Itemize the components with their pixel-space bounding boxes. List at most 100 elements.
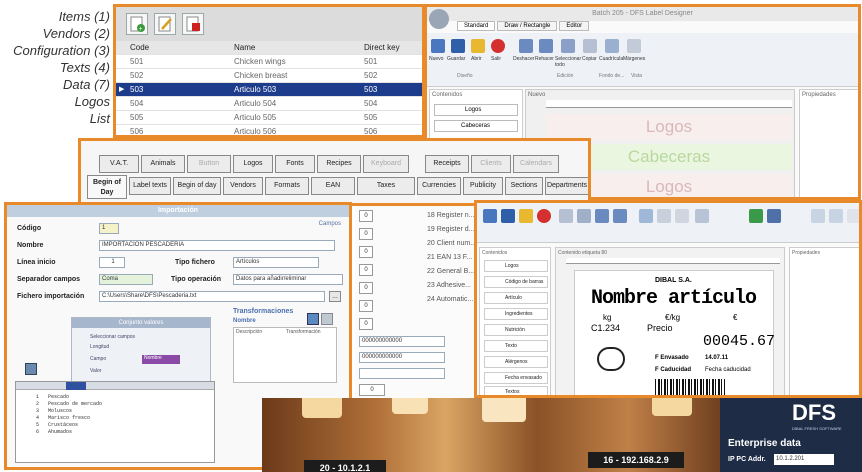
config-value[interactable]: 0 <box>359 264 373 276</box>
align-icon[interactable] <box>695 209 709 223</box>
menu-item-vendors[interactable]: Vendors (2) <box>0 25 110 42</box>
paste-icon[interactable] <box>577 209 591 223</box>
sidebar-item-nutrition[interactable]: Nutrición <box>484 324 548 336</box>
sidebar-item-ingredients[interactable]: Ingredientes <box>484 308 548 320</box>
operation-type-select[interactable]: Datos para añadir/eliminar <box>233 274 343 285</box>
sidebar-item-barcode[interactable]: Código de barras <box>484 276 548 288</box>
separator-select[interactable]: Coma <box>99 274 153 285</box>
table-row[interactable]: 505 Articulo 505 505 <box>116 111 422 125</box>
tab-standard[interactable]: Standard <box>457 21 496 31</box>
table-row-selected[interactable]: ▶ 503 Articulo 503 503 <box>116 83 422 97</box>
table-row[interactable]: 504 Articulo 504 504 <box>116 97 422 111</box>
config-value[interactable]: 0 <box>359 300 373 312</box>
tab-begin-of-day[interactable]: Begin of Day <box>87 175 127 199</box>
undo-icon[interactable] <box>519 39 533 53</box>
grid-icon[interactable] <box>605 39 619 53</box>
fill-icon[interactable] <box>749 209 763 223</box>
tab-publicity[interactable]: Publicity <box>463 177 503 195</box>
tab-animals[interactable]: Animals <box>141 155 185 173</box>
header-code[interactable]: Code <box>130 43 149 52</box>
config-empty-field[interactable] <box>359 368 445 379</box>
tab-sections[interactable]: Sections <box>505 177 543 195</box>
margins-icon[interactable] <box>627 39 641 53</box>
table-row[interactable]: 501 Chicken wings 501 <box>116 55 422 69</box>
tab-label-texts[interactable]: Label texts <box>129 177 171 195</box>
sidebar-item-texts[interactable]: Textos <box>484 386 548 395</box>
grid-icon[interactable] <box>767 209 781 223</box>
open-icon[interactable] <box>471 39 485 53</box>
header-name[interactable]: Name <box>234 43 255 52</box>
tab-vat[interactable]: V.A.T. <box>99 155 139 173</box>
redo-icon[interactable] <box>613 209 627 223</box>
tab-button[interactable]: Button <box>187 155 231 173</box>
sidebar-item-text[interactable]: Texto <box>484 340 548 352</box>
canvas-logos-block[interactable]: Logos <box>546 114 792 140</box>
config-value[interactable]: 0 <box>359 282 373 294</box>
select-all-icon[interactable] <box>561 39 575 53</box>
tab-receipts[interactable]: Receipts <box>425 155 469 173</box>
zoom-out-icon[interactable] <box>829 209 843 223</box>
config-value[interactable]: 0 <box>359 246 373 258</box>
tab-taxes[interactable]: Taxes <box>357 177 415 195</box>
dlg-row[interactable]: Seleccionar campos <box>90 334 135 340</box>
tab-keyboard[interactable]: Keyboard <box>363 155 409 173</box>
config-value[interactable]: 0 <box>359 384 385 396</box>
config-long-field[interactable]: 000000000000 <box>359 336 445 347</box>
tab-recipes[interactable]: Recipes <box>317 155 361 173</box>
name-field[interactable]: IMPORTACION PESCADERIA <box>99 240 335 251</box>
save-icon[interactable] <box>501 209 515 223</box>
tab-vendors[interactable]: Vendors <box>223 177 263 195</box>
table-row[interactable]: 502 Chicken breast 502 <box>116 69 422 83</box>
config-value[interactable]: 0 <box>359 210 373 222</box>
dlg-row[interactable]: Valor <box>90 368 101 374</box>
tab-calendars[interactable]: Calendars <box>513 155 559 173</box>
app-logo-icon[interactable] <box>429 9 449 29</box>
menu-item-list[interactable]: List <box>0 110 110 127</box>
tab-editor[interactable]: Editor <box>559 21 590 31</box>
ip-field[interactable]: 10.1.2.201 <box>774 454 834 465</box>
menu-item-data[interactable]: Data (7) <box>0 76 110 93</box>
delete-transformation-icon[interactable] <box>321 313 333 325</box>
sidebar-item-logos[interactable]: Logos <box>484 260 548 272</box>
add-transformation-icon[interactable] <box>307 313 319 325</box>
tab-clients[interactable]: Clients <box>471 155 511 173</box>
code-field[interactable]: 1 <box>99 223 119 234</box>
text-icon[interactable] <box>675 209 689 223</box>
exit-icon[interactable] <box>491 39 505 53</box>
config-value[interactable]: 0 <box>359 318 373 330</box>
menu-item-logos[interactable]: Logos <box>0 93 110 110</box>
menu-item-texts[interactable]: Texts (4) <box>0 59 110 76</box>
undo-icon[interactable] <box>595 209 609 223</box>
save-icon[interactable] <box>451 39 465 53</box>
tab-formats[interactable]: Formats <box>265 177 309 195</box>
file-type-select[interactable]: Artículos <box>233 257 319 268</box>
fields-link[interactable]: Campos <box>319 221 341 227</box>
start-line-field[interactable]: 1 <box>99 257 125 268</box>
edit-item-icon[interactable] <box>154 13 176 35</box>
exit-icon[interactable] <box>537 209 551 223</box>
sidebar-item-allergens[interactable]: Alérgenos <box>484 356 548 368</box>
panel-item-headers[interactable]: Cabeceras <box>434 120 518 132</box>
tab-begin-day-2[interactable]: Begin of day <box>173 177 221 195</box>
dlg-row[interactable]: Campo <box>90 356 106 362</box>
sidebar-item-article[interactable]: Artículo <box>484 292 548 304</box>
menu-item-configuration[interactable]: Configuration (3) <box>0 42 110 59</box>
tab-logos[interactable]: Logos <box>233 155 273 173</box>
tab-currencies[interactable]: Currencies <box>417 177 461 195</box>
new-item-icon[interactable]: + <box>126 13 148 35</box>
tab-fonts[interactable]: Fonts <box>275 155 315 173</box>
menu-item-items[interactable]: Items (1) <box>0 8 110 25</box>
table-row[interactable]: 506 Articulo 506 506 <box>116 125 422 135</box>
panel-item-logos[interactable]: Logos <box>434 104 518 116</box>
redo-icon[interactable] <box>539 39 553 53</box>
config-long-field[interactable]: 000000000000 <box>359 352 445 363</box>
tab-departments[interactable]: Departments <box>545 177 588 195</box>
copy-icon[interactable] <box>559 209 573 223</box>
open-icon[interactable] <box>519 209 533 223</box>
import-file-field[interactable]: C:\Users\Share\DFS\Pescaderia.txt <box>99 291 325 302</box>
sidebar-item-pack-date[interactable]: Fecha envasado <box>484 372 548 384</box>
barcode-icon[interactable] <box>657 209 671 223</box>
header-direct-key[interactable]: Direct key <box>364 43 400 52</box>
copy-icon[interactable] <box>583 39 597 53</box>
new-icon[interactable] <box>483 209 497 223</box>
